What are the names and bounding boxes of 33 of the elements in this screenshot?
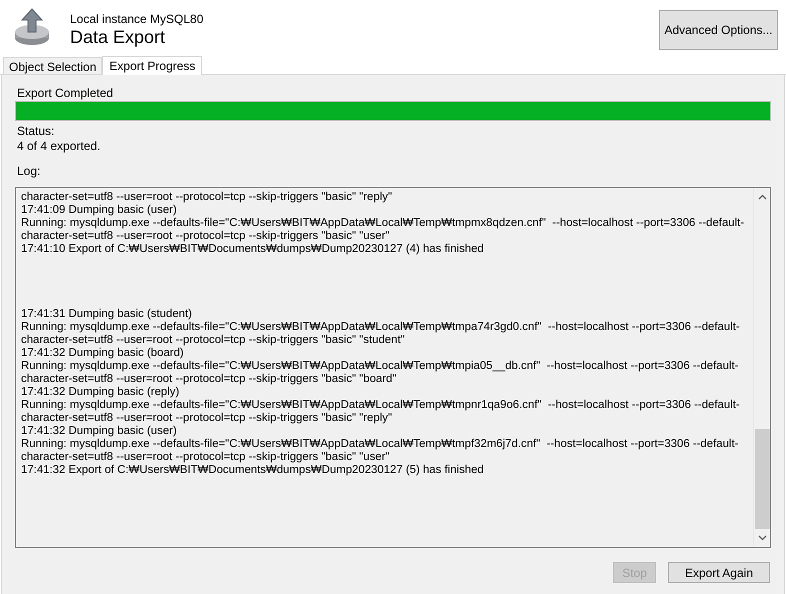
scroll-up-icon[interactable] — [758, 194, 766, 200]
instance-name: Local instance MySQL80 — [70, 12, 204, 26]
log-line: 17:41:32 Dumping basic (reply) — [21, 386, 180, 399]
scrollbar[interactable] — [753, 188, 770, 547]
log-line: Running: mysqldump.exe --defaults-file="C:₩Users₩BIT₩AppData₩Local₩Temp₩tmpnr1qa9o6.cnf" --host=localhost --port=3306 --default- — [21, 399, 740, 412]
page-title: Data Export — [70, 26, 166, 48]
log-line: 17:41:31 Dumping basic (student) — [21, 308, 192, 321]
log-line: character-set=utf8 --user=root --protocol=tcp --skip-triggers "basic" "student" — [21, 334, 405, 347]
log-line: 17:41:09 Dumping basic (user) — [21, 204, 177, 217]
scrollbar-thumb[interactable] — [754, 429, 770, 529]
progress-label: Export Completed — [16, 86, 114, 100]
log-line: 17:41:32 Export of C:₩Users₩BIT₩Documents₩dumps₩Dump20230127 (5) has finished — [21, 464, 484, 477]
log-line: 17:41:32 Dumping basic (user) — [21, 425, 177, 438]
database-export-icon — [14, 6, 50, 48]
log-line: character-set=utf8 --user=root --protocol=tcp --skip-triggers "basic" "board" — [21, 373, 396, 386]
advanced-options-button[interactable]: Advanced Options... — [659, 10, 778, 50]
log-line: Running: mysqldump.exe --defaults-file="C:₩Users₩BIT₩AppData₩Local₩Temp₩tmpia05__db.cnf" --host=localhost --port=3306 --default- — [21, 360, 738, 373]
export-again-button[interactable]: Export Again — [668, 562, 770, 583]
log-line: Running: mysqldump.exe --defaults-file="C:₩Users₩BIT₩AppData₩Local₩Temp₩tmpmx8qdzen.cnf" --host=localhost --port=3306 --default- — [21, 217, 744, 230]
log-line: 17:41:32 Dumping basic (board) — [21, 347, 184, 360]
log-line: 17:41:10 Export of C:₩Users₩BIT₩Documents₩dumps₩Dump20230127 (4) has finished — [21, 243, 484, 256]
log-line: character-set=utf8 --user=root --protocol=tcp --skip-triggers "basic" "reply" — [21, 412, 392, 425]
log-line: character-set=utf8 --user=root --protocol=tcp --skip-triggers "basic" "reply" — [21, 191, 392, 204]
status-label: Status: — [16, 124, 56, 139]
tab[interactable]: Object Selection — [3, 57, 102, 74]
log-line: character-set=utf8 --user=root --protocol=tcp --skip-triggers "basic" "user" — [21, 451, 390, 464]
log-line: character-set=utf8 --user=root --protocol=tcp --skip-triggers "basic" "user" — [21, 230, 390, 243]
scroll-down-icon[interactable] — [758, 535, 766, 541]
log-line: Running: mysqldump.exe --defaults-file="C:₩Users₩BIT₩AppData₩Local₩Temp₩tmpf32m6j7d.cnf" --host=localhost --port=3306 --default- — [21, 438, 738, 451]
tab[interactable]: Export Progress — [102, 56, 202, 75]
log-line: Running: mysqldump.exe --defaults-file="C:₩Users₩BIT₩AppData₩Local₩Temp₩tmpa74r3gd0.cnf" --host=localhost --port=3306 --default- — [21, 321, 740, 334]
status-value: 4 of 4 exported. — [16, 139, 102, 154]
log-label: Log: — [16, 164, 42, 179]
